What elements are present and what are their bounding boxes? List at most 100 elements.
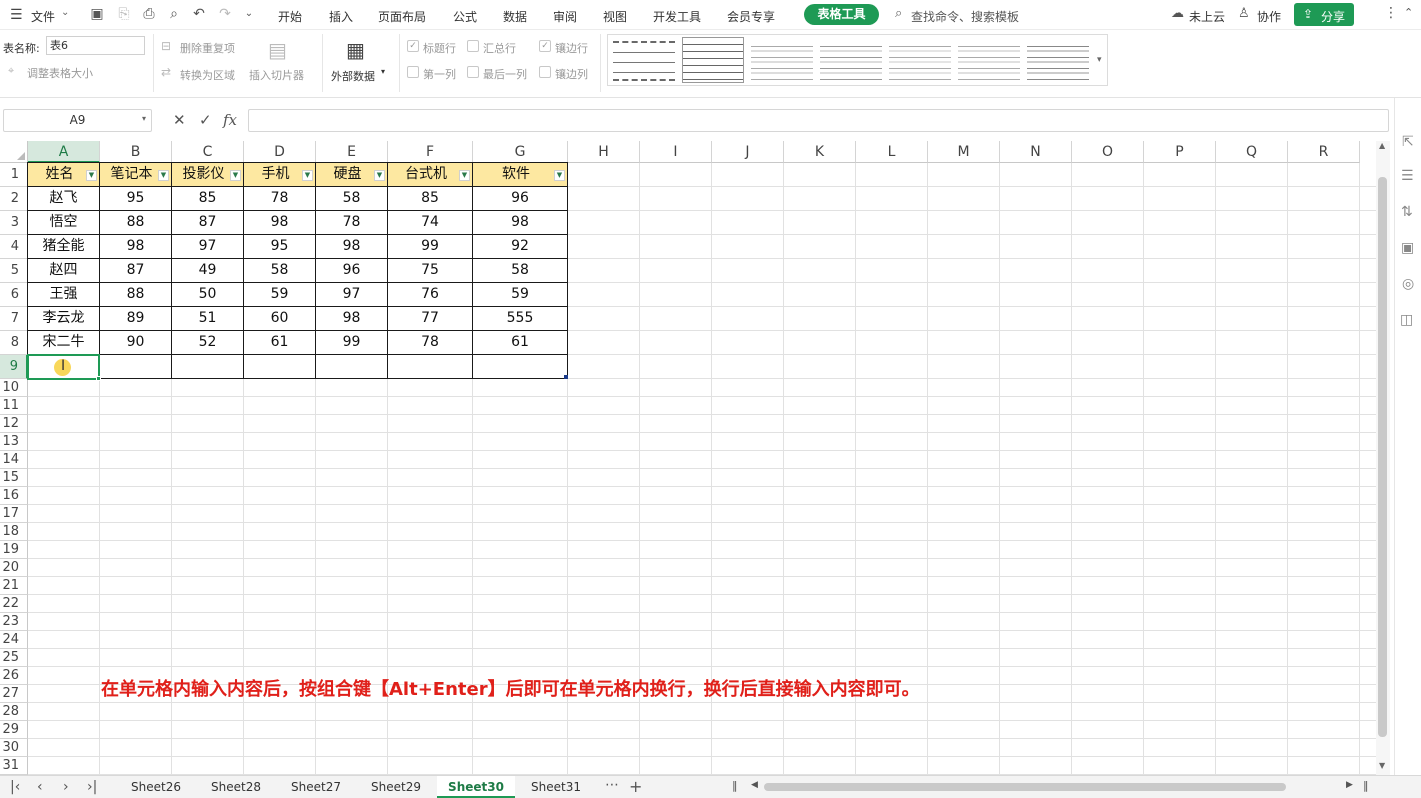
row-header[interactable]: 9	[0, 355, 28, 379]
first-sheet-icon[interactable]: |‹	[10, 779, 20, 795]
row-header[interactable]: 6	[0, 283, 28, 307]
row-header[interactable]: 4	[0, 235, 28, 259]
table-cell[interactable]	[172, 355, 244, 379]
filter-dropdown-icon[interactable]: ▼	[86, 170, 97, 181]
table-header-cell[interactable]: 台式机 ▼	[388, 163, 473, 187]
row-header[interactable]: 20	[0, 559, 28, 577]
table-style-4[interactable]	[820, 41, 882, 81]
table-style-6[interactable]	[958, 41, 1020, 81]
table-cell[interactable]: 87	[172, 211, 244, 235]
table-cell[interactable]: 49	[172, 259, 244, 283]
tab-table-tools[interactable]: 表格工具	[804, 4, 879, 25]
next-sheet-icon[interactable]: ›	[63, 779, 69, 795]
scroll-thumb[interactable]	[1378, 177, 1387, 737]
row-header[interactable]: 27	[0, 685, 28, 703]
select-all-corner[interactable]	[0, 141, 28, 163]
insert-slicer-button[interactable]: 插入切片器	[249, 67, 304, 83]
table-cell[interactable]	[244, 355, 316, 379]
table-cell[interactable]: 555	[473, 307, 568, 331]
vertical-scrollbar[interactable]: ▲ ▼	[1376, 141, 1390, 775]
filter-dropdown-icon[interactable]: ▼	[459, 170, 470, 181]
row-header[interactable]: 22	[0, 595, 28, 613]
row-header[interactable]: 10	[0, 379, 28, 397]
more-icon[interactable]: ⋮	[1384, 5, 1398, 21]
collaborate-button[interactable]: 协作	[1257, 8, 1281, 25]
last-sheet-icon[interactable]: ›|	[87, 779, 97, 795]
column-header-q[interactable]: Q	[1216, 141, 1288, 163]
scroll-left-icon[interactable]: ◀	[751, 780, 758, 790]
table-style-3[interactable]	[751, 41, 813, 81]
table-cell[interactable]: 98	[100, 235, 172, 259]
table-cell[interactable]: 96	[473, 187, 568, 211]
table-header-cell[interactable]: 投影仪 ▼	[172, 163, 244, 187]
tab-formulas[interactable]: 公式	[453, 8, 477, 25]
share-button[interactable]: ⇪ 分享	[1294, 3, 1354, 26]
column-header-c[interactable]: C	[172, 141, 244, 163]
column-header-i[interactable]: I	[640, 141, 712, 163]
table-style-2[interactable]	[682, 37, 744, 83]
location-icon[interactable]: ◎	[1402, 276, 1414, 292]
table-cell[interactable]: 92	[473, 235, 568, 259]
column-header-d[interactable]: D	[244, 141, 316, 163]
collapse-ribbon-icon[interactable]: ⌃	[1404, 6, 1413, 19]
external-data-button[interactable]: 外部数据	[331, 68, 375, 84]
table-style-7[interactable]	[1027, 41, 1089, 81]
table-cell[interactable]: 宋二牛	[28, 331, 100, 355]
table-cell[interactable]: 李云龙	[28, 307, 100, 331]
customize-toolbar-icon[interactable]: ⌄	[241, 6, 257, 22]
sheet-tab[interactable]: Sheet31	[518, 776, 594, 798]
save-icon[interactable]: ▣	[89, 6, 105, 22]
active-cell-a9[interactable]: I	[27, 354, 100, 380]
table-cell[interactable]: 99	[316, 331, 388, 355]
column-header-n[interactable]: N	[1000, 141, 1072, 163]
row-header[interactable]: 7	[0, 307, 28, 331]
row-header[interactable]: 21	[0, 577, 28, 595]
column-header-j[interactable]: J	[712, 141, 784, 163]
fill-handle[interactable]	[96, 376, 101, 381]
tab-member[interactable]: 会员专享	[727, 8, 775, 25]
table-cell[interactable]: 58	[473, 259, 568, 283]
cancel-icon[interactable]: ✕	[173, 111, 186, 129]
horizontal-scroll-thumb[interactable]	[764, 783, 1286, 791]
tab-view[interactable]: 视图	[603, 8, 627, 25]
image-icon[interactable]: ▣	[1401, 240, 1414, 256]
table-cell[interactable]: 89	[100, 307, 172, 331]
row-header[interactable]: 30	[0, 739, 28, 757]
tab-developer[interactable]: 开发工具	[653, 8, 701, 25]
table-cell[interactable]	[316, 355, 388, 379]
hamburger-icon[interactable]: ☰	[10, 7, 23, 23]
row-header[interactable]: 29	[0, 721, 28, 739]
table-cell[interactable]: 59	[473, 283, 568, 307]
column-header-b[interactable]: B	[100, 141, 172, 163]
table-cell[interactable]: 76	[388, 283, 473, 307]
print-icon[interactable]: ⎙	[141, 6, 157, 22]
banded-rows-checkbox[interactable]: ✓	[539, 40, 551, 52]
column-header-a[interactable]: A	[28, 141, 100, 163]
cursor-icon[interactable]: ⇱	[1402, 134, 1414, 150]
row-header[interactable]: 17	[0, 505, 28, 523]
sheet-tab-active[interactable]: Sheet30	[437, 776, 515, 798]
scroll-up-icon[interactable]: ▲	[1379, 141, 1385, 150]
row-header[interactable]: 2	[0, 187, 28, 211]
header-row-checkbox[interactable]: ✓	[407, 40, 419, 52]
table-cell[interactable]: 61	[244, 331, 316, 355]
table-cell[interactable]: 99	[388, 235, 473, 259]
table-cell[interactable]: 90	[100, 331, 172, 355]
row-header[interactable]: 12	[0, 415, 28, 433]
table-cell[interactable]: 98	[244, 211, 316, 235]
table-style-5[interactable]	[889, 41, 951, 81]
filter-dropdown-icon[interactable]: ▼	[158, 170, 169, 181]
table-cell[interactable]: 60	[244, 307, 316, 331]
table-cell[interactable]: 58	[244, 259, 316, 283]
filter-dropdown-icon[interactable]: ▼	[554, 170, 565, 181]
filter-dropdown-icon[interactable]: ▼	[302, 170, 313, 181]
table-cell[interactable]: 58	[316, 187, 388, 211]
table-cell[interactable]: 98	[316, 307, 388, 331]
table-name-input[interactable]: 表6	[46, 36, 145, 55]
insert-function-icon[interactable]: fx	[223, 111, 237, 129]
table-cell[interactable]: 78	[316, 211, 388, 235]
column-header-f[interactable]: F	[388, 141, 473, 163]
gallery-more-icon[interactable]: ▾	[1097, 55, 1102, 65]
table-cell[interactable]: 50	[172, 283, 244, 307]
row-header[interactable]: 28	[0, 703, 28, 721]
